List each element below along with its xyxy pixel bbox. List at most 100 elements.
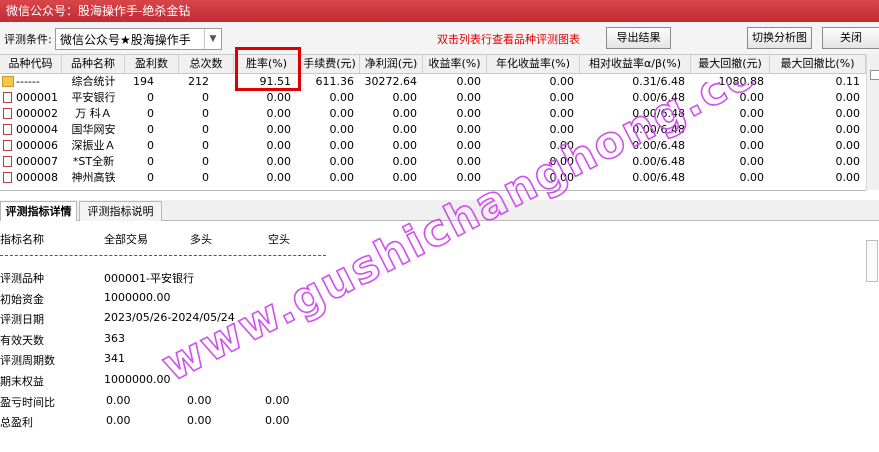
header-col-max-drawdown-ratio[interactable]: 最大回撤比(%) [770, 55, 866, 73]
cell-name: *ST全新 [72, 155, 115, 168]
cell-total-count: 212 [188, 75, 209, 88]
detail-value-long: 0.00 [187, 414, 212, 428]
detail-header-1: 全部交易 [104, 233, 148, 246]
header-col-return[interactable]: 收益率(%) [423, 55, 487, 73]
cell-net-profit: 0.00 [392, 107, 418, 120]
cell-max-drawdown-ratio: 0.00 [835, 155, 861, 168]
cell-code: 000007 [16, 155, 58, 168]
stock-file-icon [3, 124, 12, 135]
cell-name: 综合统计 [71, 75, 116, 88]
detail-value-short: 0.00 [265, 414, 290, 428]
cell-total-count: 0 [202, 91, 209, 104]
header-col-relative-return[interactable]: 相对收益率α/β(%) [580, 55, 691, 73]
cell-name: 万 科Ａ [75, 107, 112, 120]
tab-bar: 评测指标详情 评测指标说明 [0, 200, 879, 221]
table-row-partial [0, 186, 866, 191]
divider [0, 255, 326, 256]
cell-fee: 0.00 [329, 123, 355, 136]
cell-max-drawdown: 0.00 [739, 123, 765, 136]
table-row[interactable]: 000004 国华网安 0 0 0.00 0.00 0.00 0.00 0.00 0.00/6.4… [0, 122, 866, 138]
cell-net-profit: 0.00 [392, 139, 418, 152]
header-col-name[interactable]: 品种名称 [62, 55, 125, 73]
detail-header-3: 空头 [268, 233, 290, 246]
cell-max-drawdown-ratio: 0.00 [835, 91, 861, 104]
cell-return: 0.00 [456, 171, 482, 184]
cell-code: 000001 [16, 91, 58, 104]
cell-max-drawdown-ratio: 0.11 [835, 75, 861, 88]
tab-metric-explanation[interactable]: 评测指标说明 [79, 201, 162, 221]
cell-relative-return: 0.00/6.48 [632, 107, 685, 120]
cell-max-drawdown: 0.00 [739, 171, 765, 184]
table-scrollbar[interactable] [866, 54, 879, 190]
chevron-down-icon[interactable]: ▼ [204, 29, 221, 49]
table-row[interactable]: 000008 神州高铁 0 0 0.00 0.00 0.00 0.00 0.00 0.00/6.4… [0, 170, 866, 186]
cell-code: 000008 [16, 171, 58, 184]
header-col-max-drawdown[interactable]: 最大回撤(元) [691, 55, 770, 73]
tab-metric-details[interactable]: 评测指标详情 [0, 201, 77, 221]
cell-total-count: 0 [202, 155, 209, 168]
detail-label: 评测周期数 [0, 354, 55, 368]
cell-win-count: 194 [133, 75, 154, 88]
window-title-bar: 微信公众号：股海操作手-绝杀金钻 [0, 0, 879, 22]
close-button[interactable]: 关闭 [822, 27, 879, 49]
export-button[interactable]: 导出结果 [606, 27, 671, 49]
cell-max-drawdown: 0.00 [739, 107, 765, 120]
detail-label: 初始资金 [0, 292, 44, 306]
stock-file-icon [3, 156, 12, 167]
cell-annual-return: 0.00 [549, 91, 575, 104]
detail-label: 期末权益 [0, 375, 44, 388]
switch-chart-button[interactable]: 切换分析图 [747, 27, 812, 49]
cell-max-drawdown: 0.00 [739, 139, 765, 152]
cell-annual-return: 0.00 [549, 123, 575, 136]
table-row[interactable]: 000002 万 科Ａ 0 0 0.00 0.00 0.00 0.00 0.00 0.00/6.4… [0, 106, 866, 122]
header-col-annual-return[interactable]: 年化收益率(%) [487, 55, 580, 73]
table-row[interactable]: 000007 *ST全新 0 0 0.00 0.00 0.00 0.00 0.00 0.00/6.… [0, 154, 866, 170]
cell-fee: 0.00 [329, 171, 355, 184]
winrate-highlight-box [235, 47, 301, 91]
cell-win-count: 0 [147, 123, 154, 136]
scrollbar-thumb[interactable] [870, 70, 879, 80]
stock-file-icon [3, 172, 12, 183]
table-row[interactable]: ------ 综合统计 194 212 91.51 611.36 30272.64 0.00 0… [0, 74, 866, 90]
cell-winrate: 0.00 [266, 155, 292, 168]
detail-scrollbar[interactable] [866, 240, 878, 282]
cell-net-profit: 0.00 [392, 123, 418, 136]
cell-relative-return: 0.00/6.48 [632, 171, 685, 184]
cell-relative-return: 0.00/6.48 [632, 123, 685, 136]
cell-annual-return: 0.00 [549, 75, 575, 88]
cell-name: 国华网安 [71, 123, 116, 136]
cell-max-drawdown-ratio: 0.00 [835, 123, 861, 136]
cell-return: 0.00 [456, 123, 482, 136]
header-col-code[interactable]: 品种代码 [0, 55, 62, 73]
detail-label: 评测品种 [0, 272, 44, 285]
header-col-total-count[interactable]: 总次数 [179, 55, 234, 73]
header-col-win-count[interactable]: 盈利数 [125, 55, 179, 73]
header-col-net-profit[interactable]: 净利润(元) [360, 55, 423, 73]
cell-win-count: 0 [147, 91, 154, 104]
cell-relative-return: 0.00/6.48 [632, 139, 685, 152]
cell-max-drawdown: 1080.88 [718, 75, 765, 88]
cell-return: 0.00 [456, 107, 482, 120]
cell-net-profit: 30272.64 [364, 75, 418, 88]
cell-total-count: 0 [202, 139, 209, 152]
cell-total-count: 0 [202, 171, 209, 184]
detail-panel: 指标名称 全部交易 多头 空头 评测品种 000001-平安银行 初始资金 1000000.0… [0, 221, 879, 452]
stock-file-icon [3, 108, 12, 119]
summary-icon [2, 76, 14, 87]
detail-header-2: 多头 [190, 233, 212, 246]
cell-win-count: 0 [147, 107, 154, 120]
table-row[interactable]: 000001 平安银行 0 0 0.00 0.00 0.00 0.00 0.00 0.00/6.4… [0, 90, 866, 106]
cell-fee: 611.36 [315, 75, 355, 88]
toolbar: 评测条件: 微信公众号★股海操作手 ▼ 双击列表行查看品种评测图表 导出结果 切… [0, 22, 879, 54]
cell-return: 0.00 [456, 139, 482, 152]
condition-select[interactable]: 微信公众号★股海操作手 ▼ [55, 28, 222, 50]
cell-net-profit: 0.00 [392, 171, 418, 184]
cell-max-drawdown: 0.00 [739, 155, 765, 168]
detail-label: 评测日期 [0, 313, 44, 327]
cell-total-count: 0 [202, 107, 209, 120]
detail-value-all: 1000000.00 [104, 373, 171, 386]
table-row[interactable]: 000006 深振业Ａ 0 0 0.00 0.00 0.00 0.00 0.00 0.00/6.4… [0, 138, 866, 154]
cell-max-drawdown-ratio: 0.00 [835, 139, 861, 152]
header-col-fee[interactable]: 手续费(元) [300, 55, 360, 73]
cell-code: 000006 [16, 139, 58, 152]
